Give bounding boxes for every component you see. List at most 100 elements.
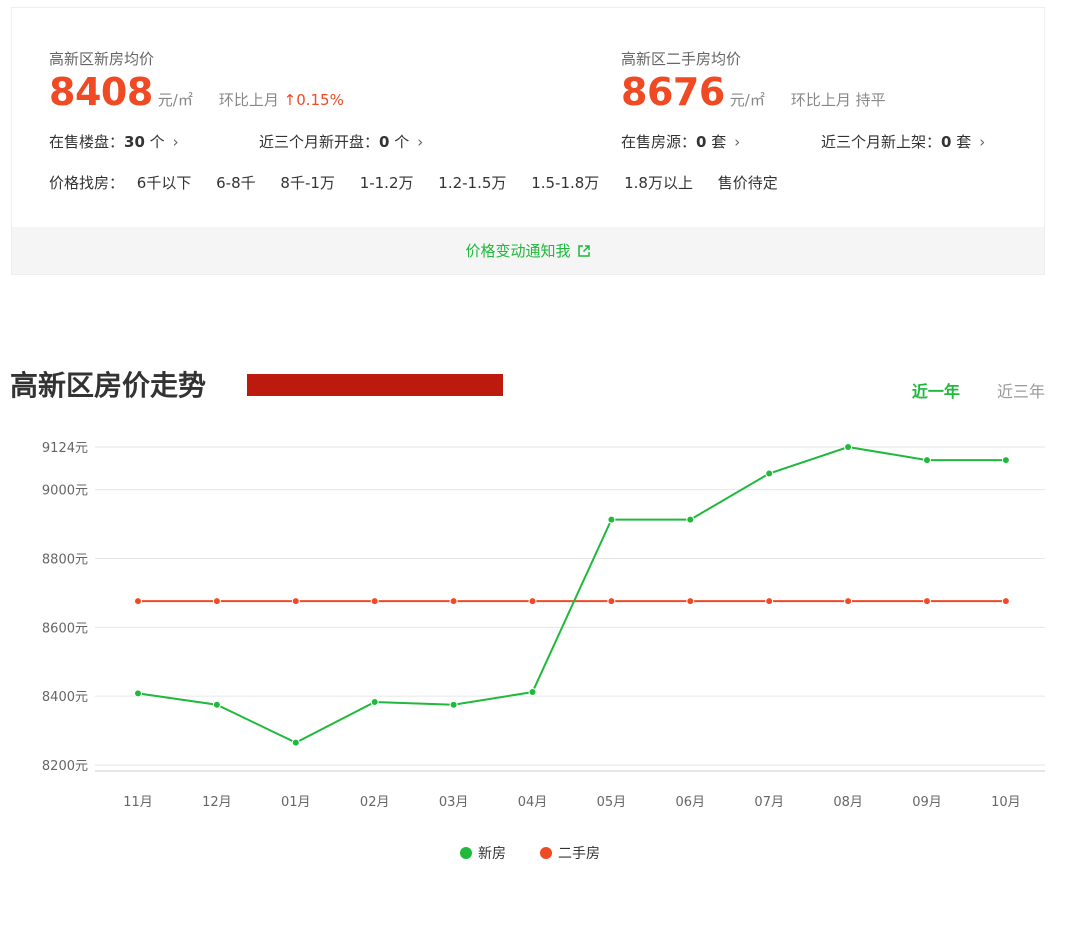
price-filter-option[interactable]: 6千以下 bbox=[137, 172, 192, 193]
new-home-recent-unit: 个 bbox=[389, 133, 410, 151]
y-tick-label: 8600元 bbox=[42, 621, 88, 636]
x-tick-label: 06月 bbox=[676, 795, 706, 810]
series-line-new-home bbox=[137, 445, 1006, 744]
data-point-new-home bbox=[1001, 456, 1010, 465]
x-tick-label: 12月 bbox=[202, 795, 232, 810]
data-point-new-home bbox=[370, 698, 379, 707]
price-filter-option[interactable]: 6-8千 bbox=[216, 172, 256, 193]
x-tick-label: 10月 bbox=[991, 795, 1021, 810]
y-tick-label: 8200元 bbox=[42, 759, 88, 774]
new-home-price-unit: 元/㎡ bbox=[157, 91, 193, 109]
new-home-mom-label: 环比上月 bbox=[218, 91, 279, 109]
second-hand-on-sale-count: 0 bbox=[696, 133, 707, 151]
price-summary-card: 高新区新房均价 8408 元/㎡ 环比上月 ↑0.15% 在售楼盘：30 个 › … bbox=[11, 7, 1045, 275]
new-home-on-sale-unit: 个 bbox=[144, 133, 165, 151]
second-hand-mom-value: 持平 bbox=[855, 91, 886, 109]
second-hand-recent-count: 0 bbox=[941, 133, 952, 151]
new-home-on-sale-label: 在售楼盘： bbox=[49, 133, 125, 151]
price-filter-option[interactable]: 1.8万以上 bbox=[624, 172, 693, 193]
price-filter-option[interactable]: 1-1.2万 bbox=[360, 172, 414, 193]
data-point-new-home bbox=[765, 469, 774, 478]
new-home-recent-count: 0 bbox=[379, 133, 390, 151]
price-notify-link[interactable]: 价格变动通知我 bbox=[12, 227, 1044, 274]
new-home-recent-link[interactable]: 近三个月新开盘：0 个 › bbox=[259, 131, 423, 152]
new-home-on-sale-count: 30 bbox=[124, 133, 145, 151]
second-hand-price-label: 高新区二手房均价 bbox=[621, 50, 742, 68]
data-point-second-hand bbox=[1001, 597, 1010, 606]
data-point-second-hand bbox=[528, 597, 537, 606]
data-point-new-home bbox=[923, 456, 931, 465]
data-point-second-hand bbox=[212, 597, 221, 606]
tab-three-years[interactable]: 近三年 bbox=[997, 382, 1045, 401]
second-hand-recent-label: 近三个月新上架： bbox=[821, 133, 942, 151]
y-tick-label: 8800元 bbox=[42, 553, 88, 568]
y-tick-label: 8400元 bbox=[42, 690, 88, 705]
redaction-bar bbox=[247, 374, 503, 396]
chevron-right-icon: › bbox=[979, 133, 986, 151]
chart-legend: 新房 二手房 bbox=[0, 843, 1060, 863]
data-point-second-hand bbox=[370, 597, 379, 606]
x-tick-label: 09月 bbox=[912, 795, 942, 810]
data-point-second-hand bbox=[134, 597, 142, 606]
new-home-mom-value: ↑0.15% bbox=[283, 91, 344, 109]
data-point-second-hand bbox=[291, 597, 300, 606]
second-hand-price-row: 8676 元/㎡ 环比上月 持平 bbox=[621, 70, 886, 114]
range-tabs: 近一年 近三年 bbox=[880, 378, 1045, 402]
second-hand-price-unit: 元/㎡ bbox=[729, 91, 765, 109]
price-filter-option[interactable]: 8千-1万 bbox=[280, 172, 335, 193]
new-home-mom: 环比上月 ↑0.15% bbox=[219, 89, 344, 110]
data-point-new-home bbox=[607, 515, 616, 524]
legend-label-second-hand: 二手房 bbox=[558, 846, 600, 862]
y-tick-label: 9124元 bbox=[42, 441, 88, 456]
second-hand-on-sale-unit: 套 bbox=[706, 133, 727, 151]
price-filter-label: 价格找房： bbox=[49, 174, 125, 192]
price-trend-chart: 8200元 8400元 8600元 8800元 9000元 9124元 11月 12月 01月 0… bbox=[42, 441, 1045, 810]
chevron-right-icon: › bbox=[734, 133, 741, 151]
new-home-price-label: 高新区新房均价 bbox=[49, 50, 155, 68]
price-notify-label: 价格变动通知我 bbox=[465, 242, 571, 260]
legend-label-new-home: 新房 bbox=[478, 846, 506, 862]
second-hand-on-sale-link[interactable]: 在售房源：0 套 › bbox=[621, 131, 740, 152]
new-home-price: 8408 bbox=[49, 70, 153, 114]
x-tick-label: 08月 bbox=[833, 795, 863, 810]
external-link-icon bbox=[577, 244, 590, 257]
new-home-recent-label: 近三个月新开盘： bbox=[259, 133, 380, 151]
tab-one-year[interactable]: 近一年 bbox=[912, 382, 960, 401]
price-filter-option[interactable]: 售价待定 bbox=[718, 172, 778, 193]
data-point-new-home bbox=[686, 515, 695, 524]
y-tick-label: 9000元 bbox=[42, 484, 88, 499]
new-home-price-row: 8408 元/㎡ 环比上月 ↑0.15% bbox=[49, 70, 344, 114]
x-tick-label: 02月 bbox=[360, 795, 390, 810]
data-point-second-hand bbox=[449, 597, 458, 606]
data-point-second-hand bbox=[607, 597, 616, 606]
trend-title: 高新区房价走势 bbox=[10, 369, 207, 402]
price-filter-option[interactable]: 1.2-1.5万 bbox=[438, 172, 506, 193]
legend-dot-new-home bbox=[460, 847, 472, 859]
data-point-second-hand bbox=[923, 597, 931, 606]
x-tick-label: 11月 bbox=[123, 795, 153, 810]
x-tick-label: 01月 bbox=[281, 795, 311, 810]
data-point-new-home bbox=[212, 700, 221, 709]
price-filter-row: 价格找房： 6千以下 6-8千 8千-1万 1-1.2万 1.2-1.5万 1.… bbox=[49, 172, 798, 193]
price-filter-option[interactable]: 1.5-1.8万 bbox=[531, 172, 599, 193]
data-point-new-home bbox=[844, 443, 853, 451]
data-point-new-home bbox=[291, 738, 300, 747]
second-hand-on-sale-label: 在售房源： bbox=[621, 133, 697, 151]
legend-item-second-hand[interactable]: 二手房 bbox=[540, 843, 600, 863]
legend-item-new-home[interactable]: 新房 bbox=[460, 843, 506, 863]
second-hand-mom-label: 环比上月 bbox=[790, 91, 851, 109]
second-hand-mom: 环比上月 持平 bbox=[791, 89, 886, 110]
data-point-new-home bbox=[449, 700, 458, 709]
x-tick-label: 04月 bbox=[518, 795, 548, 810]
x-tick-label: 05月 bbox=[597, 795, 627, 810]
data-point-second-hand bbox=[844, 597, 853, 606]
second-hand-recent-unit: 套 bbox=[951, 133, 972, 151]
legend-dot-second-hand bbox=[540, 847, 552, 859]
new-home-on-sale-link[interactable]: 在售楼盘：30 个 › bbox=[49, 131, 179, 152]
x-tick-label: 03月 bbox=[439, 795, 469, 810]
x-tick-label: 07月 bbox=[754, 795, 784, 810]
chevron-right-icon: › bbox=[417, 133, 424, 151]
data-point-new-home bbox=[134, 689, 142, 698]
data-point-new-home bbox=[528, 688, 537, 697]
second-hand-recent-link[interactable]: 近三个月新上架：0 套 › bbox=[821, 131, 985, 152]
